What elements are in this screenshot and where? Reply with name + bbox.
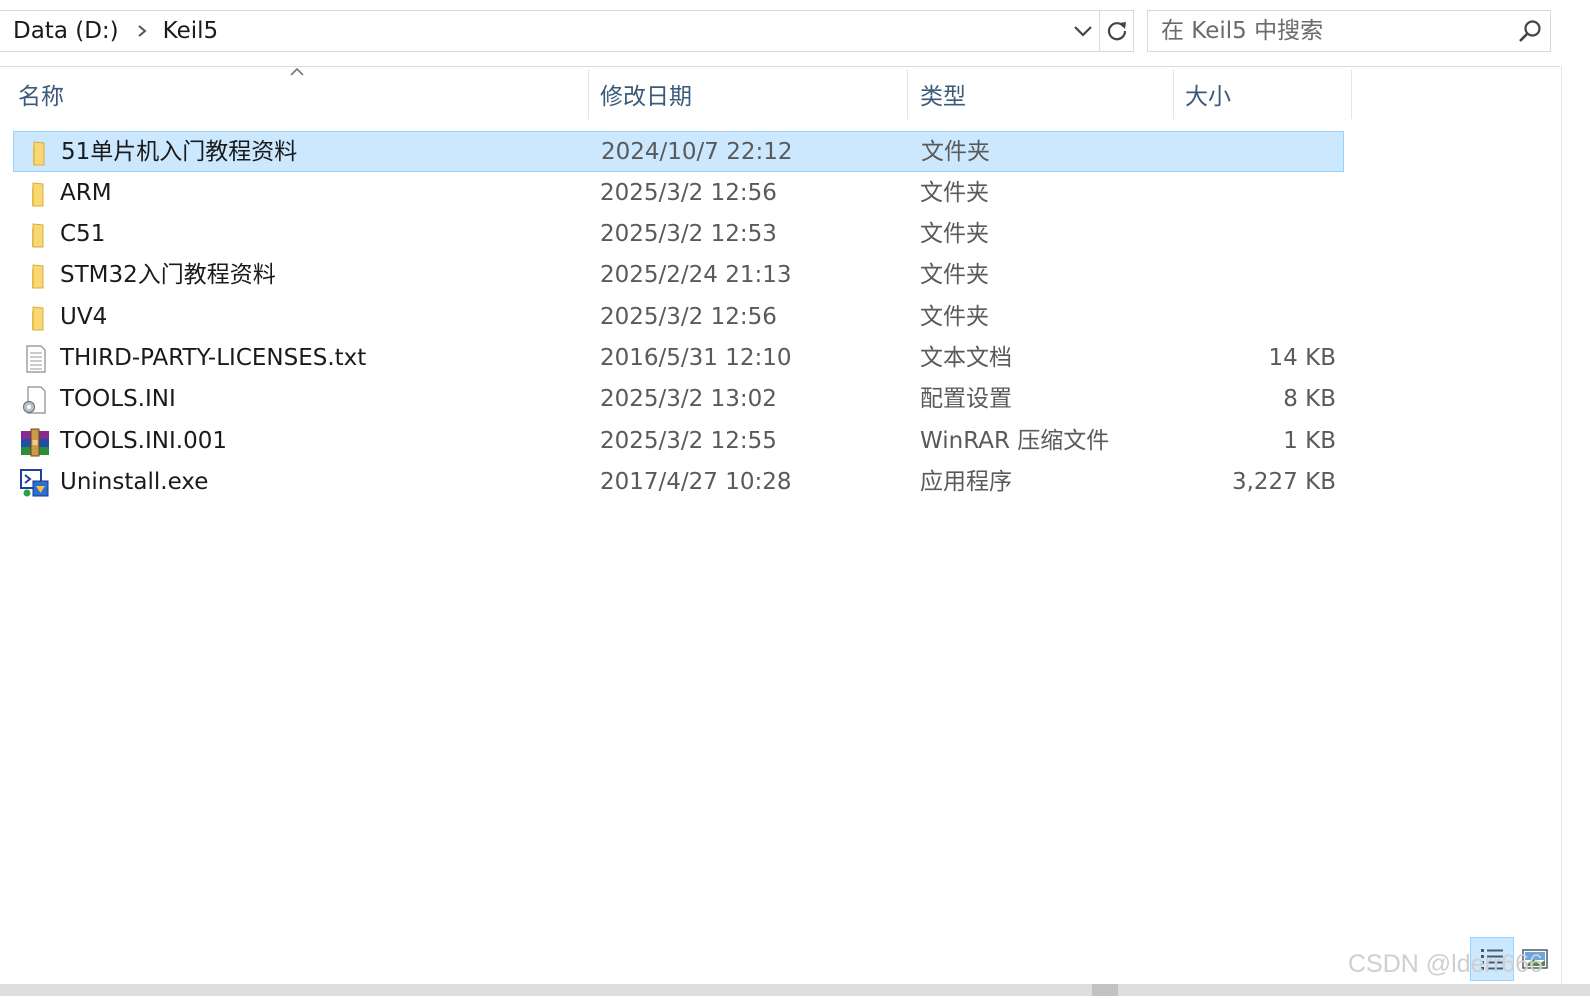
- config-file-icon: [22, 386, 46, 414]
- refresh-button[interactable]: [1099, 11, 1133, 51]
- winrar-archive-icon: [21, 428, 49, 457]
- file-name[interactable]: ARM: [60, 173, 112, 214]
- file-date: 2024/10/7 22:12: [601, 139, 793, 165]
- file-date: 2025/3/2 12:56: [600, 304, 777, 330]
- file-row[interactable]: THIRD-PARTY-LICENSES.txt 2016/5/31 12:10…: [13, 338, 1344, 379]
- file-row[interactable]: ARM 2025/3/2 12:56 文件夹: [13, 173, 1344, 214]
- file-name[interactable]: UV4: [60, 297, 107, 338]
- column-header-date[interactable]: 修改日期: [589, 69, 908, 119]
- column-header-size-label: 大小: [1185, 84, 1231, 110]
- file-name[interactable]: Uninstall.exe: [60, 462, 208, 503]
- column-header-size[interactable]: 大小: [1174, 69, 1352, 119]
- toolbar-divider: [0, 66, 1560, 67]
- file-name[interactable]: TOOLS.INI: [60, 379, 176, 420]
- file-row[interactable]: Uninstall.exe 2017/4/27 10:28 应用程序 3,227…: [13, 462, 1344, 503]
- folder-icon: [33, 141, 45, 166]
- file-type: 文本文档: [920, 345, 1012, 371]
- column-header-type[interactable]: 类型: [908, 69, 1174, 119]
- file-type: 文件夹: [920, 262, 989, 288]
- file-type: 文件夹: [920, 180, 989, 206]
- breadcrumb-item-keil5[interactable]: Keil5: [163, 18, 219, 44]
- folder-icon: [32, 223, 44, 248]
- file-date: 2025/3/2 13:02: [600, 386, 777, 412]
- search-button[interactable]: [1510, 11, 1550, 51]
- file-name[interactable]: C51: [60, 214, 105, 255]
- watermark: CSDN @lderr666: [1348, 950, 1543, 978]
- folder-icon: [32, 182, 44, 207]
- file-date: 2025/2/24 21:13: [600, 262, 792, 288]
- file-name[interactable]: STM32入门教程资料: [60, 255, 276, 296]
- file-type: 文件夹: [920, 304, 989, 330]
- folder-icon: [32, 264, 44, 289]
- installer-app-icon: [20, 469, 49, 497]
- file-date: 2016/5/31 12:10: [600, 345, 792, 371]
- column-header-name[interactable]: 名称: [0, 69, 589, 119]
- file-size: 3,227 KB: [1231, 469, 1336, 495]
- scrollbar-thumb[interactable]: [1092, 984, 1118, 996]
- file-type: 配置设置: [920, 386, 1012, 412]
- file-date: 2025/3/2 12:56: [600, 180, 777, 206]
- chevron-down-icon: [1074, 26, 1092, 37]
- file-date: 2025/3/2 12:55: [600, 428, 777, 454]
- file-name[interactable]: TOOLS.INI.001: [60, 421, 227, 462]
- breadcrumb-item-drive[interactable]: Data (D:): [13, 18, 119, 44]
- folder-icon: [32, 306, 44, 331]
- column-header-type-label: 类型: [920, 84, 966, 110]
- file-size: 14 KB: [1268, 345, 1336, 371]
- file-type: 文件夹: [921, 139, 990, 165]
- file-size: 1 KB: [1283, 428, 1336, 454]
- file-row[interactable]: 51单片机入门教程资料 2024/10/7 22:12 文件夹: [13, 131, 1344, 172]
- refresh-icon: [1107, 22, 1126, 41]
- file-date: 2025/3/2 12:53: [600, 221, 777, 247]
- file-row[interactable]: STM32入门教程资料 2025/2/24 21:13 文件夹: [13, 255, 1344, 296]
- file-date: 2017/4/27 10:28: [600, 469, 792, 495]
- chevron-right-icon[interactable]: [129, 18, 155, 44]
- address-bar[interactable]: Data (D:) Keil5: [0, 10, 1134, 52]
- file-type: 应用程序: [920, 469, 1012, 495]
- search-box[interactable]: [1147, 10, 1551, 52]
- file-row[interactable]: C51 2025/3/2 12:53 文件夹: [13, 214, 1344, 255]
- file-type: 文件夹: [920, 221, 989, 247]
- file-type: WinRAR 压缩文件: [920, 428, 1110, 454]
- search-input[interactable]: [1159, 11, 1510, 51]
- search-icon: [1519, 20, 1541, 42]
- file-size: 8 KB: [1283, 386, 1336, 412]
- recent-locations-button[interactable]: [1067, 11, 1099, 51]
- text-file-icon: [26, 345, 46, 373]
- file-row[interactable]: TOOLS.INI.001 2025/3/2 12:55 WinRAR 压缩文件…: [13, 421, 1344, 462]
- file-name[interactable]: 51单片机入门教程资料: [61, 132, 297, 173]
- pane-right-edge: [1561, 66, 1562, 984]
- column-header-date-label: 修改日期: [600, 84, 692, 110]
- file-name[interactable]: THIRD-PARTY-LICENSES.txt: [60, 338, 366, 379]
- file-row[interactable]: TOOLS.INI 2025/3/2 13:02 配置设置 8 KB: [13, 379, 1344, 420]
- horizontal-scrollbar[interactable]: [0, 984, 1590, 996]
- file-row[interactable]: UV4 2025/3/2 12:56 文件夹: [13, 297, 1344, 338]
- column-header-name-label: 名称: [18, 84, 64, 110]
